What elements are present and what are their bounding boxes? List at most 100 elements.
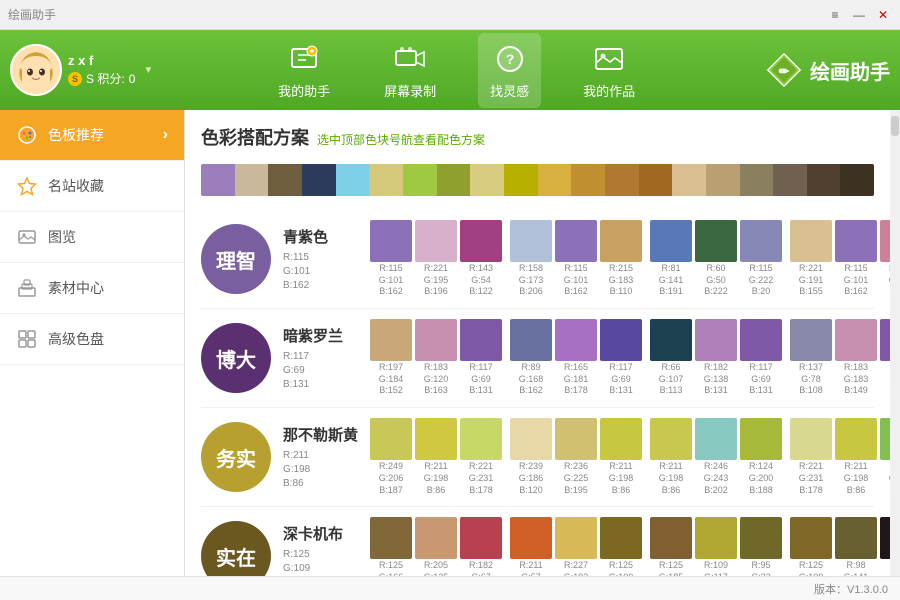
color-block[interactable] (510, 517, 552, 559)
color-rgb-label: R:125 G:166 B:34 (379, 560, 404, 576)
color-strip-swatch[interactable] (639, 164, 673, 196)
color-strip-swatch[interactable] (470, 164, 504, 196)
color-block[interactable] (740, 220, 782, 262)
nav-item-assistant[interactable]: 我的助手 (266, 33, 342, 108)
color-block[interactable] (555, 220, 597, 262)
color-block[interactable] (415, 220, 457, 262)
color-strip-swatch[interactable] (302, 164, 336, 196)
color-group: R:115 G:101 B:162R:221 G:195 B:196R:143 … (370, 220, 502, 298)
color-block[interactable] (600, 319, 642, 361)
nav-item-record[interactable]: 屏幕录制 (372, 33, 448, 108)
color-block[interactable] (510, 220, 552, 262)
avatar[interactable] (10, 44, 62, 96)
color-block[interactable] (460, 418, 502, 460)
color-block[interactable] (790, 319, 832, 361)
sidebar-item-advanced[interactable]: 高级色盘 (0, 314, 184, 365)
color-block[interactable] (650, 418, 692, 460)
color-block[interactable] (370, 220, 412, 262)
color-strip-swatch[interactable] (773, 164, 807, 196)
color-rgb-label: R:211 G:198 B:86 (424, 461, 449, 496)
color-block[interactable] (880, 517, 890, 559)
color-block[interactable] (600, 418, 642, 460)
color-strip-swatch[interactable] (571, 164, 605, 196)
user-dropdown-arrow[interactable]: ▼ (143, 65, 153, 76)
color-strip-swatch[interactable] (268, 164, 302, 196)
scheme-circle[interactable]: 务实 (201, 422, 271, 492)
color-block[interactable] (460, 220, 502, 262)
sidebar-item-materials[interactable]: 素材中心 (0, 263, 184, 314)
sidebar-item-favorites[interactable]: 名站收藏 (0, 161, 184, 212)
color-block[interactable] (415, 517, 457, 559)
color-strip-swatch[interactable] (840, 164, 874, 196)
close-button[interactable]: ✕ (874, 6, 892, 24)
color-block[interactable] (370, 319, 412, 361)
color-block[interactable] (460, 319, 502, 361)
color-block[interactable] (740, 418, 782, 460)
scrollbar-thumb[interactable] (891, 116, 899, 136)
scheme-circle[interactable]: 博大 (201, 323, 271, 393)
color-block[interactable] (695, 517, 737, 559)
color-block[interactable] (600, 220, 642, 262)
color-group: R:211 G:57 B:164R:227 G:192 B:34R:125 G:… (510, 517, 642, 576)
color-strip-swatch[interactable] (369, 164, 403, 196)
color-rgb-label: R:115 G:182 B:105 (889, 461, 890, 496)
color-block[interactable] (835, 418, 877, 460)
color-block[interactable] (460, 517, 502, 559)
color-block[interactable] (740, 517, 782, 559)
color-block[interactable] (835, 517, 877, 559)
color-block[interactable] (650, 517, 692, 559)
scheme-circle[interactable]: 实在 (201, 521, 271, 576)
color-strip-swatch[interactable] (336, 164, 370, 196)
color-block[interactable] (695, 220, 737, 262)
color-block-wrap: R:109 G:117 B:85 (695, 517, 737, 576)
menu-button[interactable]: ≡ (826, 6, 844, 24)
color-block[interactable] (650, 220, 692, 262)
sidebar-item-gallery[interactable]: 图览 (0, 212, 184, 263)
color-block[interactable] (415, 319, 457, 361)
color-rgb-label: R:239 G:186 B:120 (519, 461, 544, 496)
sidebar-item-palette[interactable]: 色板推荐 › (0, 110, 184, 161)
color-strip-swatch[interactable] (437, 164, 471, 196)
color-block[interactable] (415, 418, 457, 460)
color-block[interactable] (790, 220, 832, 262)
color-block[interactable] (370, 517, 412, 559)
color-block[interactable] (835, 220, 877, 262)
color-block[interactable] (600, 517, 642, 559)
color-block[interactable] (880, 220, 890, 262)
color-strip-swatch[interactable] (403, 164, 437, 196)
color-block[interactable] (790, 517, 832, 559)
color-strip-swatch[interactable] (740, 164, 774, 196)
color-strip-swatch[interactable] (672, 164, 706, 196)
points-icon: S (68, 72, 82, 86)
color-block[interactable] (740, 319, 782, 361)
color-strip-swatch[interactable] (706, 164, 740, 196)
scrollbar[interactable] (890, 110, 900, 576)
color-block[interactable] (555, 319, 597, 361)
color-rgb-label: R:211 G:198 B:86 (844, 461, 869, 496)
color-block[interactable] (835, 319, 877, 361)
color-strip-swatch[interactable] (235, 164, 269, 196)
color-block[interactable] (880, 418, 890, 460)
color-block[interactable] (510, 418, 552, 460)
color-block[interactable] (650, 319, 692, 361)
color-block[interactable] (555, 517, 597, 559)
color-block[interactable] (510, 319, 552, 361)
scheme-name-text: 那不勒斯黄 (283, 424, 358, 445)
color-strip-swatch[interactable] (201, 164, 235, 196)
nav-item-works[interactable]: 我的作品 (571, 33, 647, 108)
color-strip-swatch[interactable] (807, 164, 841, 196)
color-block[interactable] (790, 418, 832, 460)
color-strip-swatch[interactable] (504, 164, 538, 196)
color-block[interactable] (880, 319, 890, 361)
scheme-circle[interactable]: 理智 (201, 224, 271, 294)
nav-item-inspiration[interactable]: ? 找灵感 (478, 33, 541, 108)
color-group: R:211 G:198 B:86R:246 G:243 B:202R:124 G… (650, 418, 782, 496)
color-strip-swatch[interactable] (538, 164, 572, 196)
color-block-wrap: R:89 G:168 B:162 (510, 319, 552, 397)
color-block[interactable] (695, 319, 737, 361)
color-block[interactable] (555, 418, 597, 460)
color-block[interactable] (370, 418, 412, 460)
color-block[interactable] (695, 418, 737, 460)
minimize-button[interactable]: — (850, 6, 868, 24)
color-strip-swatch[interactable] (605, 164, 639, 196)
